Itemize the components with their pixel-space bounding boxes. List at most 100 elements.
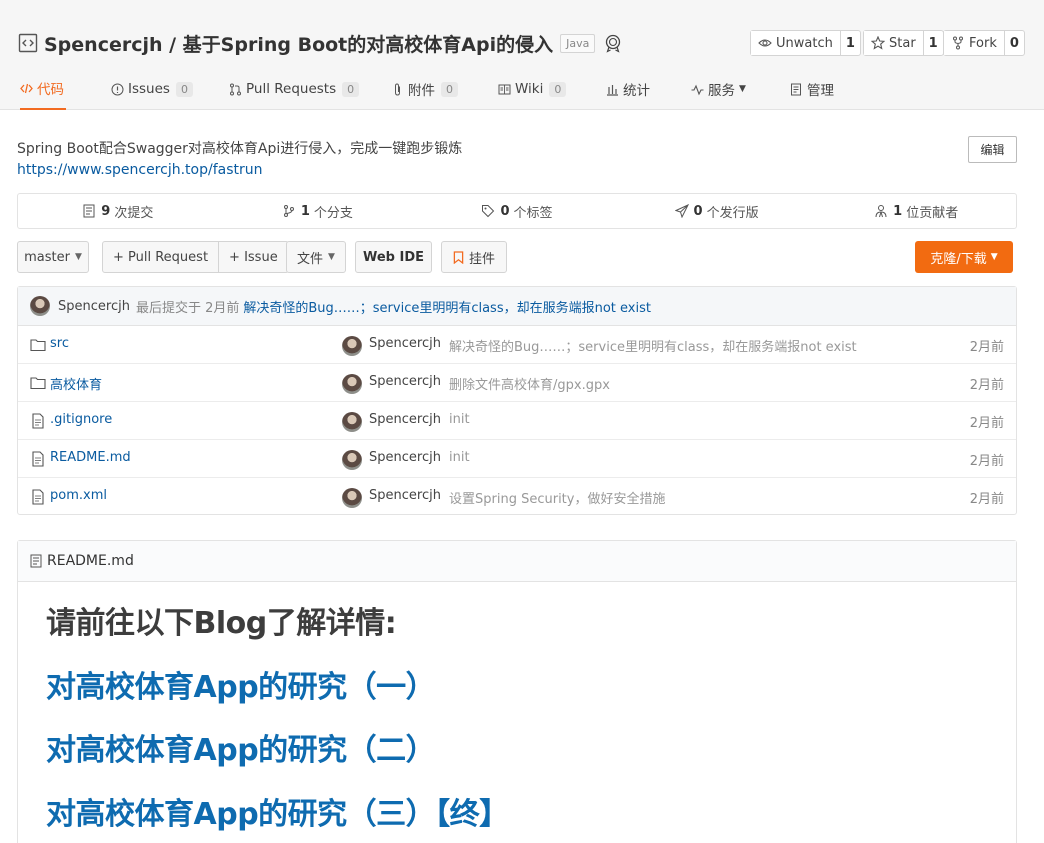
stars-count[interactable]: 1 bbox=[922, 31, 943, 55]
file-commit-date: 2月前 bbox=[969, 340, 1004, 355]
tab-issues[interactable]: Issues 0 bbox=[111, 68, 193, 110]
web-ide-button[interactable]: Web IDE bbox=[355, 241, 432, 273]
tab-stats[interactable]: 统计 bbox=[606, 68, 650, 110]
watchers-count[interactable]: 1 bbox=[839, 31, 860, 55]
file-name-link[interactable]: README.md bbox=[50, 450, 131, 465]
repo-header: Spencercjh / 基于Spring Boot的对高校体育Api的侵入 J… bbox=[0, 0, 1044, 110]
file-name-link[interactable]: 高校体育 bbox=[50, 374, 102, 393]
code-repo-icon bbox=[18, 33, 38, 53]
tab-code-label: 代码 bbox=[37, 82, 64, 98]
readme-header: README.md bbox=[18, 541, 1016, 582]
last-commit-author[interactable]: Spencercjh bbox=[58, 299, 130, 314]
table-row: src Spencercjh 解决奇怪的Bug……；service里明明有cla… bbox=[18, 326, 1016, 364]
readme-blog-link[interactable]: 对高校体育App的研究（三）【终】 bbox=[46, 789, 509, 833]
avatar[interactable] bbox=[342, 450, 362, 470]
avatar[interactable] bbox=[342, 488, 362, 508]
tab-services-label: 服务 bbox=[708, 83, 735, 99]
paper-plane-icon bbox=[674, 204, 689, 218]
last-commit-bar: Spencercjh 最后提交于 2月前 解决奇怪的Bug……；service里… bbox=[18, 287, 1016, 326]
file-name-link[interactable]: src bbox=[50, 336, 69, 351]
file-commit-message[interactable]: 删除文件高校体育/gpx.gpx bbox=[449, 374, 610, 393]
releases-stat[interactable]: 0 个发行版 bbox=[617, 194, 817, 228]
tab-issues-count: 0 bbox=[175, 81, 193, 97]
repo-description: Spring Boot配合Swagger对高校体育Api进行侵入，完成一键跑步锻… bbox=[17, 141, 463, 157]
releases-count: 0 bbox=[693, 203, 703, 219]
fork-button[interactable]: Fork 0 bbox=[943, 30, 1025, 56]
table-row: pom.xml Spencercjh 设置Spring Security，做好安… bbox=[18, 478, 1016, 516]
table-row: 高校体育 Spencercjh 删除文件高校体育/gpx.gpx 2月前 bbox=[18, 364, 1016, 402]
repo-tabs: 代码 Issues 0 Pull Requests 0 附件 0 Wiki 0 … bbox=[0, 68, 1044, 110]
tab-manage[interactable]: 管理 bbox=[790, 68, 834, 110]
contributors-label: 位贡献者 bbox=[906, 205, 959, 221]
widget-button[interactable]: 挂件 bbox=[441, 241, 507, 273]
tab-attachments-count: 0 bbox=[441, 81, 458, 97]
pull-request-icon bbox=[230, 83, 241, 95]
file-commit-author[interactable]: Spencercjh bbox=[369, 374, 441, 389]
file-commit-author[interactable]: Spencercjh bbox=[369, 488, 441, 503]
avatar[interactable] bbox=[30, 296, 50, 316]
eye-icon bbox=[758, 39, 772, 47]
tab-pull-requests-count: 0 bbox=[342, 81, 360, 97]
file-list: Spencercjh 最后提交于 2月前 解决奇怪的Bug……；service里… bbox=[17, 286, 1017, 515]
file-commit-message[interactable]: 设置Spring Security，做好安全措施 bbox=[449, 488, 665, 507]
tab-services[interactable]: 服务 ▼ bbox=[691, 68, 746, 110]
settings-doc-icon bbox=[791, 83, 801, 95]
tab-code[interactable]: 代码 bbox=[20, 68, 66, 110]
avatar[interactable] bbox=[342, 336, 362, 356]
file-commit-message[interactable]: 解决奇怪的Bug……；service里明明有class，却在服务端报not ex… bbox=[449, 336, 857, 355]
file-commit-message[interactable]: init bbox=[449, 450, 470, 465]
avatar[interactable] bbox=[342, 374, 362, 394]
file-icon bbox=[32, 413, 44, 429]
repo-homepage-link[interactable]: https://www.spencercjh.top/fastrun bbox=[17, 162, 263, 178]
files-dropdown-label: 文件 bbox=[297, 251, 324, 267]
clone-download-button[interactable]: 克隆/下载 ▼ bbox=[915, 241, 1013, 273]
table-row: .gitignore Spencercjh init 2月前 bbox=[18, 402, 1016, 440]
bar-chart-icon bbox=[607, 84, 618, 96]
avatar[interactable] bbox=[342, 412, 362, 432]
pulse-icon bbox=[691, 84, 704, 95]
branch-select[interactable]: master ▼ bbox=[17, 241, 89, 273]
star-label-wrap: Star bbox=[864, 31, 923, 55]
file-name-link[interactable]: .gitignore bbox=[50, 412, 112, 427]
tab-wiki-count: 0 bbox=[549, 81, 567, 97]
tab-attachments[interactable]: 附件 0 bbox=[391, 68, 458, 110]
tab-pull-requests[interactable]: Pull Requests 0 bbox=[229, 68, 360, 110]
branches-label: 个分支 bbox=[313, 205, 353, 221]
file-commit-author[interactable]: Spencercjh bbox=[369, 450, 441, 465]
tags-stat[interactable]: 0 个标签 bbox=[417, 194, 617, 228]
bookmark-icon bbox=[453, 250, 464, 264]
commit-list-icon bbox=[83, 204, 95, 218]
edit-description-button[interactable]: 编辑 bbox=[968, 136, 1017, 163]
readme-blog-link[interactable]: 对高校体育App的研究（一） bbox=[46, 662, 436, 706]
tab-wiki[interactable]: Wiki 0 bbox=[498, 68, 567, 110]
chevron-down-icon: ▼ bbox=[739, 84, 746, 94]
file-commit-author[interactable]: Spencercjh bbox=[369, 412, 441, 427]
file-commit-author[interactable]: Spencercjh bbox=[369, 336, 441, 351]
unwatch-button[interactable]: Unwatch 1 bbox=[750, 30, 861, 56]
new-issue-button[interactable]: + Issue bbox=[218, 242, 288, 272]
contributors-count: 1 bbox=[893, 203, 903, 219]
star-button[interactable]: Star 1 bbox=[863, 30, 944, 56]
language-badge[interactable]: Java bbox=[560, 33, 596, 53]
tab-pull-requests-label: Pull Requests bbox=[246, 81, 337, 97]
file-icon bbox=[32, 451, 44, 467]
readme-blog-link[interactable]: 对高校体育App的研究（二） bbox=[46, 725, 436, 769]
fork-label-wrap: Fork bbox=[944, 31, 1004, 55]
commits-label: 次提交 bbox=[114, 205, 154, 221]
file-name-link[interactable]: pom.xml bbox=[50, 488, 107, 503]
forks-count[interactable]: 0 bbox=[1003, 31, 1024, 55]
paperclip-icon bbox=[395, 82, 400, 96]
branches-stat[interactable]: 1 个分支 bbox=[218, 194, 418, 228]
file-commit-message[interactable]: init bbox=[449, 412, 470, 427]
last-commit-message[interactable]: 解决奇怪的Bug……；service里明明有class，却在服务端报not ex… bbox=[243, 297, 651, 316]
file-commit-date: 2月前 bbox=[969, 378, 1004, 393]
new-pull-request-button[interactable]: + Pull Request bbox=[103, 242, 218, 272]
repo-name-link[interactable]: Spencercjh / 基于Spring Boot的对高校体育Api的侵入 bbox=[44, 30, 553, 57]
widget-button-label: 挂件 bbox=[468, 251, 495, 267]
branch-icon bbox=[283, 205, 294, 217]
fork-icon bbox=[953, 36, 963, 50]
commits-stat[interactable]: 9 次提交 bbox=[18, 194, 218, 228]
book-icon bbox=[498, 84, 511, 94]
contributors-stat[interactable]: 1 位贡献者 bbox=[816, 194, 1016, 228]
files-dropdown[interactable]: 文件 ▼ bbox=[286, 241, 346, 273]
